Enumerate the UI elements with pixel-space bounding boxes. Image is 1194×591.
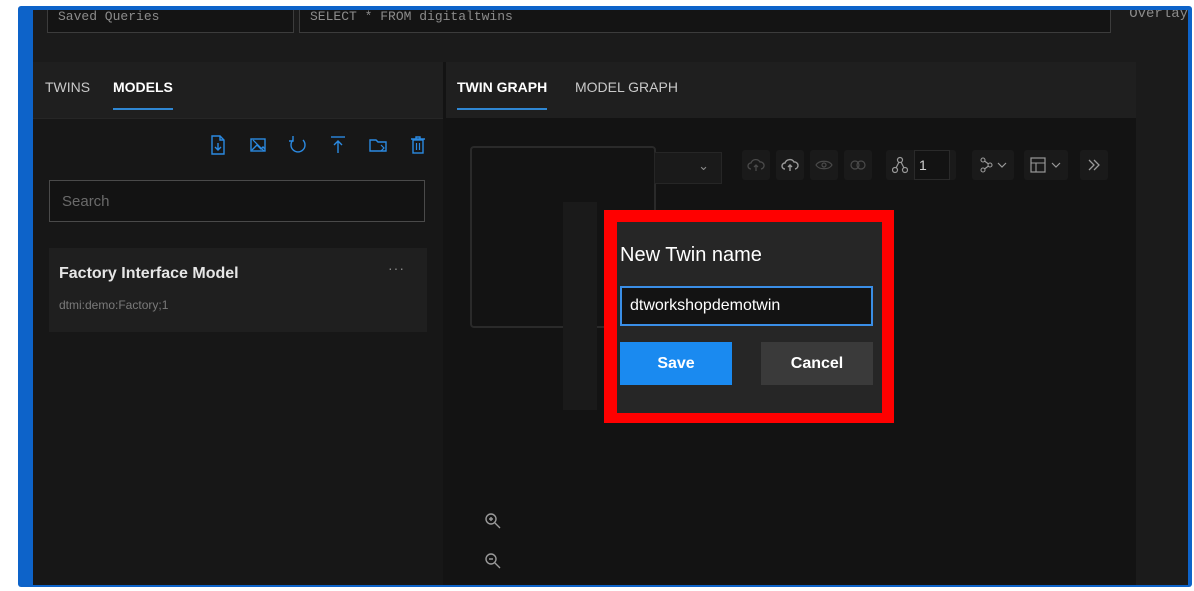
query-bar: Saved Queries SELECT * FROM digitaltwins…	[33, 10, 1188, 62]
dialog-title: New Twin name	[620, 244, 762, 266]
zoom-out-icon[interactable]	[484, 552, 502, 575]
upload-model-icon[interactable]	[207, 134, 229, 156]
query-input[interactable]: SELECT * FROM digitaltwins	[299, 10, 1111, 33]
expand-icon[interactable]	[1080, 150, 1108, 180]
upload-images-icon[interactable]	[247, 134, 269, 156]
saved-queries-dropdown[interactable]: Saved Queries	[47, 10, 294, 33]
open-folder-icon[interactable]	[367, 134, 389, 156]
graph-toolbar	[742, 150, 1108, 180]
more-options-icon[interactable]: ···	[388, 260, 405, 276]
twin-name-input[interactable]	[620, 286, 873, 326]
eye-icon[interactable]	[810, 150, 838, 180]
depth-icon[interactable]	[886, 150, 956, 180]
model-name: Factory Interface Model	[59, 265, 239, 282]
chevron-down-icon: ⌄	[698, 158, 709, 173]
model-search-input[interactable]	[49, 180, 425, 222]
cloud-upload-icon[interactable]	[776, 150, 804, 180]
graph-tabbar: TWIN GRAPH MODEL GRAPH	[446, 62, 1136, 118]
tab-twins[interactable]: TWINS	[45, 62, 90, 118]
model-view-panel: TWINS MODELS Factory I	[33, 62, 443, 585]
cancel-button[interactable]: Cancel	[761, 342, 873, 385]
overlay-toggle[interactable]: Overlay	[1129, 10, 1188, 22]
tab-twin-graph[interactable]: TWIN GRAPH	[457, 62, 548, 118]
download-icon[interactable]	[327, 134, 349, 156]
layout-icon[interactable]	[972, 150, 1014, 180]
model-id: dtmi:demo:Factory;1	[59, 298, 169, 312]
left-tabbar: TWINS MODELS	[33, 62, 443, 119]
tab-model-graph[interactable]: MODEL GRAPH	[575, 62, 678, 118]
refresh-icon[interactable]	[287, 134, 309, 156]
tab-models[interactable]: MODELS	[113, 62, 173, 118]
link-icon[interactable]	[844, 150, 872, 180]
delete-icon[interactable]	[407, 134, 429, 156]
dialog-backdrop-edge	[563, 202, 597, 410]
model-list-item[interactable]: Factory Interface Model dtmi:demo:Factor…	[49, 248, 427, 332]
save-button[interactable]: Save	[620, 342, 732, 385]
cloud-upload-disabled-icon[interactable]	[742, 150, 770, 180]
model-toolbar	[207, 134, 429, 156]
new-twin-dialog: New Twin name Save Cancel	[617, 222, 882, 413]
property-inspector-collapsed	[1136, 62, 1188, 585]
depth-input[interactable]	[914, 150, 950, 180]
layout-dropdown[interactable]: ⌄	[654, 152, 722, 184]
table-icon[interactable]	[1024, 150, 1068, 180]
zoom-in-icon[interactable]	[484, 512, 502, 535]
